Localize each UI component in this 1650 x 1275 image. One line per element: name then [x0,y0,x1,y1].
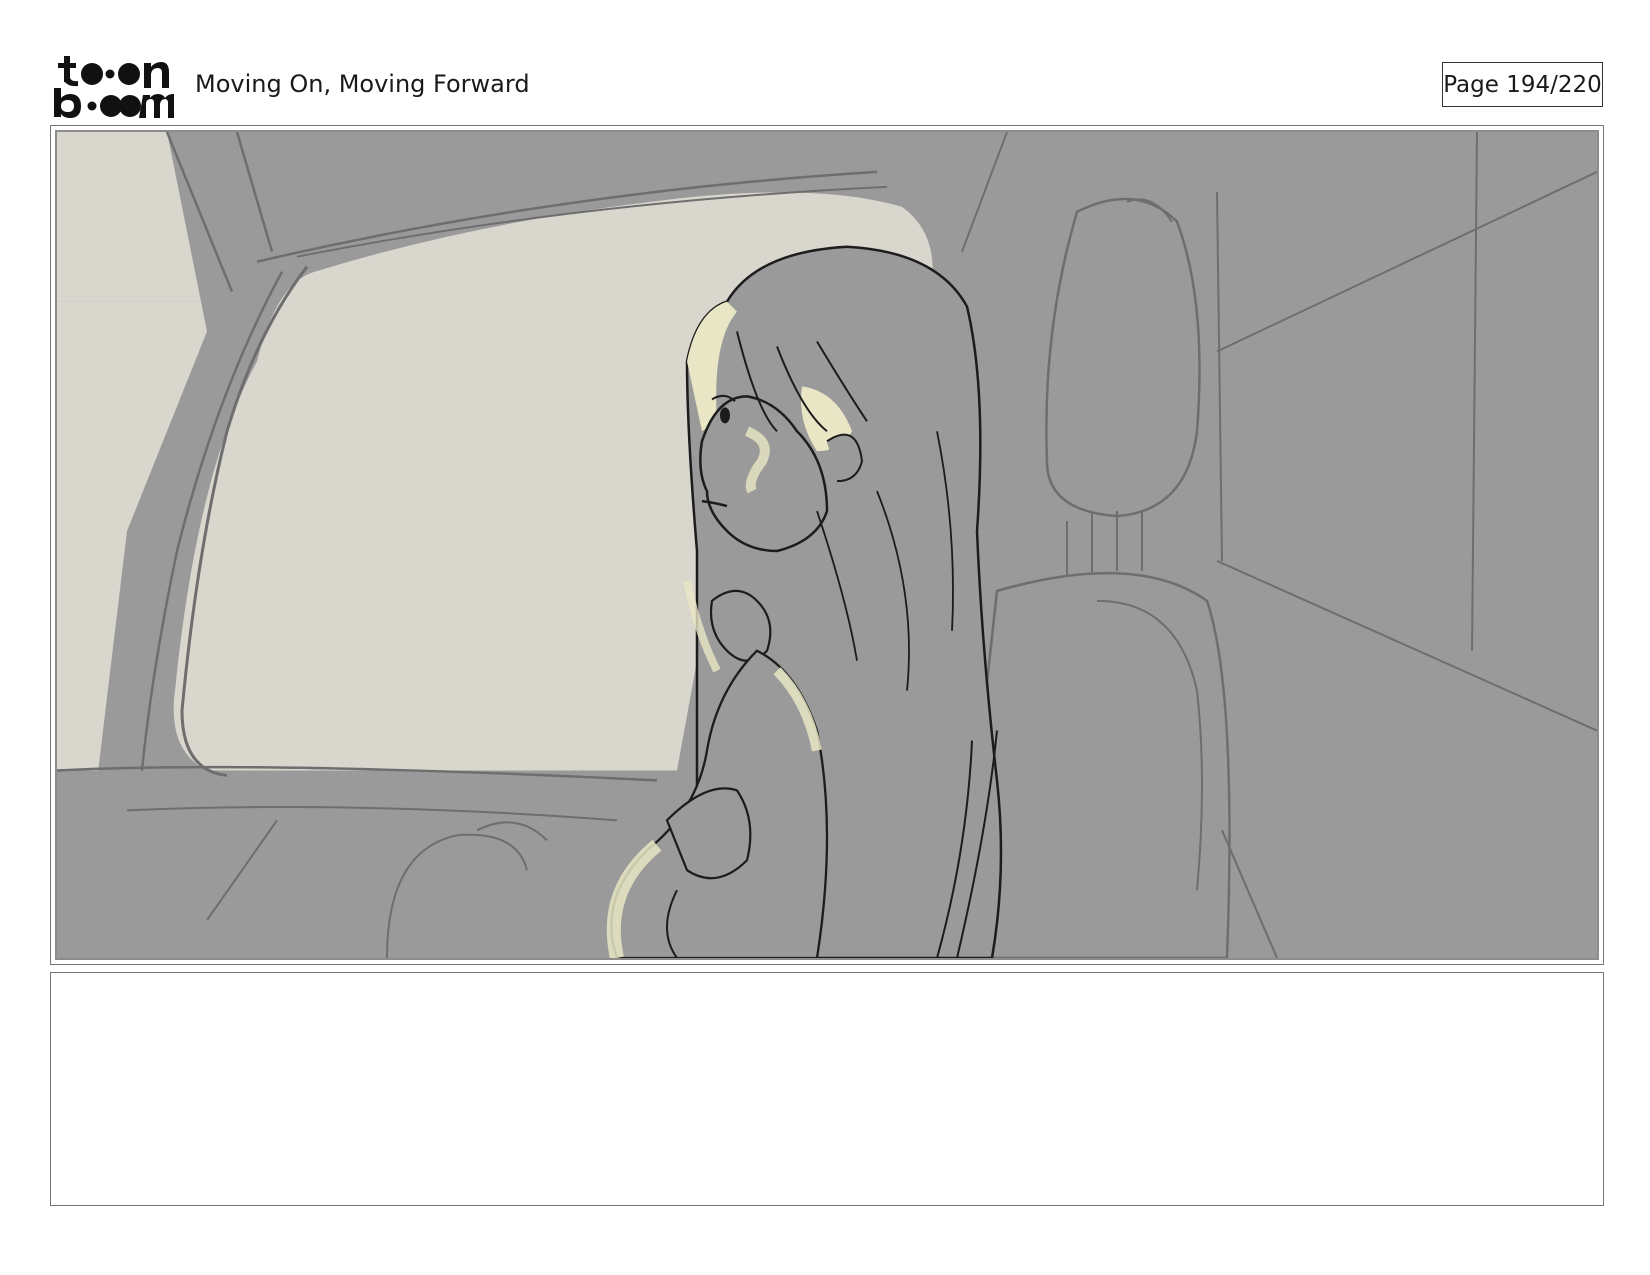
page-indicator-label: Page 194/220 [1443,71,1602,98]
panel-notes-box [50,972,1604,1206]
toon-boom-logo-mark [54,56,174,118]
panel-notes-text [51,973,1603,997]
seat-headrest [1045,197,1201,518]
project-title: Moving On, Moving Forward [195,70,530,98]
page-indicator: Page 194/220 [1442,62,1603,107]
toon-boom-logo [54,52,174,118]
panel-frame [55,130,1599,960]
panel-drawing [57,132,1597,958]
girl-eye [720,407,730,424]
storyboard-panel [50,125,1604,965]
